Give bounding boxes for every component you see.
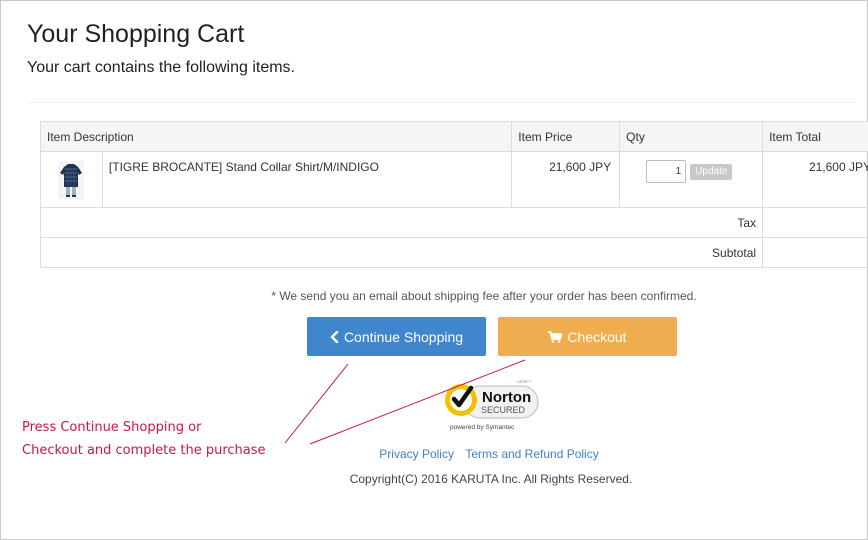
annotation-line-2: Checkout and complete the purchase (22, 443, 266, 458)
callout-line-continue (284, 363, 349, 444)
instruction-annotation: Press Continue Shopping or Checkout and … (22, 416, 266, 462)
callout-line-checkout (309, 359, 526, 445)
annotation-line-1: Press Continue Shopping or (22, 420, 202, 435)
